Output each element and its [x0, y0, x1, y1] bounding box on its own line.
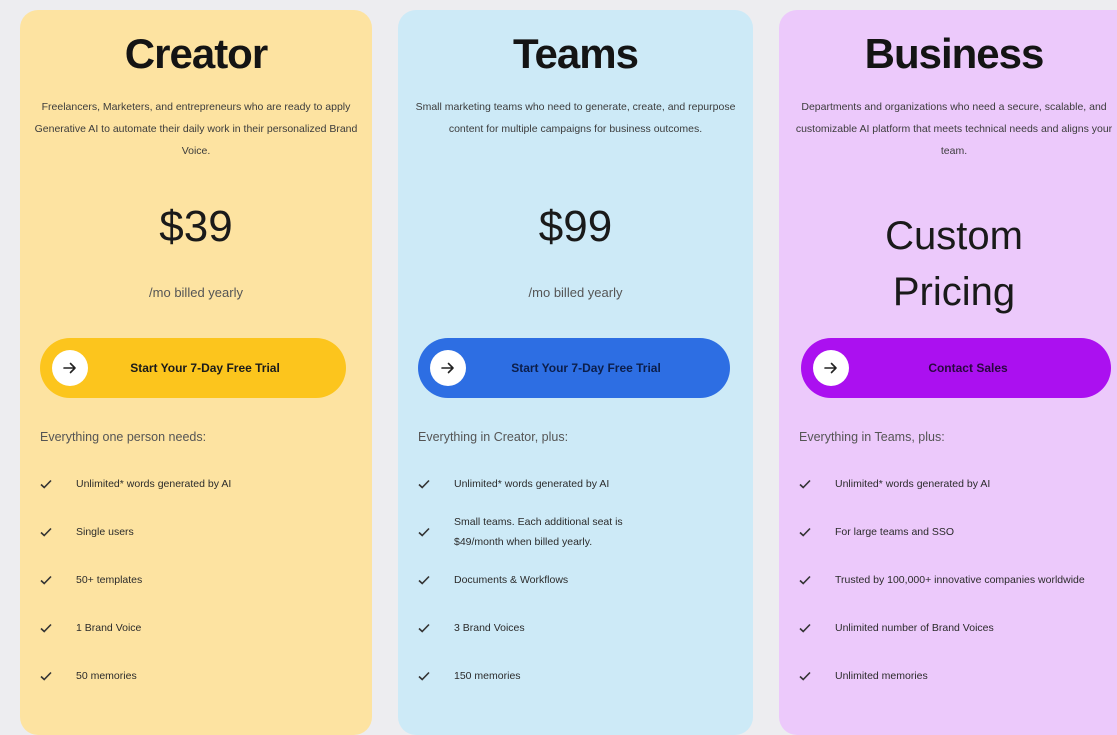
feature-list: Unlimited* words generated by AI For lar…	[799, 460, 1117, 700]
plan-name: Creator	[124, 30, 268, 77]
check-icon	[418, 623, 438, 633]
cta-label: Start Your 7-Day Free Trial	[130, 361, 280, 375]
check-icon	[40, 527, 60, 537]
feature-text: 3 Brand Voices	[454, 622, 525, 634]
feature-item: Trusted by 100,000+ innovative companies…	[799, 556, 1117, 604]
check-icon	[799, 527, 819, 537]
plan-card-creator: Creator Freelancers, Marketers, and entr…	[20, 10, 372, 735]
feature-item: Unlimited* words generated by AI	[418, 460, 743, 508]
plan-price: $99	[538, 202, 613, 251]
feature-text: 1 Brand Voice	[76, 622, 142, 634]
price-line: Custom	[885, 214, 1023, 258]
feature-text: Unlimited* words generated by AI	[835, 478, 991, 490]
feature-text: 50 memories	[76, 670, 137, 682]
feature-item: Small teams. Each additional seat is $49…	[418, 508, 743, 556]
feature-item: Unlimited number of Brand Voices	[799, 604, 1117, 652]
feature-item: 3 Brand Voices	[418, 604, 743, 652]
billing-period: /mo billed yearly	[149, 285, 243, 300]
feature-item: 150 memories	[418, 652, 743, 700]
check-icon	[418, 479, 438, 489]
feature-item: 1 Brand Voice	[40, 604, 362, 652]
arrow-right-icon	[430, 350, 466, 386]
feature-list: Unlimited* words generated by AI Small t…	[418, 460, 743, 700]
feature-text: Unlimited number of Brand Voices	[835, 622, 994, 634]
check-icon	[799, 623, 819, 633]
feature-item: Unlimited* words generated by AI	[799, 460, 1117, 508]
feature-text: 150 memories	[454, 670, 521, 682]
check-icon	[799, 671, 819, 681]
pricing-page: Creator Freelancers, Marketers, and entr…	[0, 0, 1117, 735]
plan-price: Custom Pricing	[779, 208, 1117, 320]
check-icon	[799, 575, 819, 585]
start-trial-button[interactable]: Start Your 7-Day Free Trial	[418, 338, 730, 398]
plan-name: Teams	[513, 30, 639, 77]
feature-item: 50+ templates	[40, 556, 362, 604]
check-icon	[40, 575, 60, 585]
check-icon	[40, 479, 60, 489]
feature-text: Small teams. Each additional seat is $49…	[454, 516, 623, 548]
check-icon	[418, 527, 438, 537]
check-icon	[418, 575, 438, 585]
billing-period: /mo billed yearly	[528, 285, 623, 300]
feature-text: For large teams and SSO	[835, 526, 955, 538]
feature-item: Documents & Workflows	[418, 556, 743, 604]
check-icon	[40, 623, 60, 633]
feature-item: Unlimited memories	[799, 652, 1117, 700]
plan-card-teams: Teams Small marketing teams who need to …	[398, 10, 753, 735]
feature-text: Single users	[76, 526, 134, 538]
feature-text: 50+ templates	[76, 574, 143, 586]
features-heading: Everything one person needs:	[40, 430, 207, 444]
feature-text: Unlimited memories	[835, 670, 928, 682]
feature-item: Unlimited* words generated by AI	[40, 460, 362, 508]
feature-item: Single users	[40, 508, 362, 556]
features-heading: Everything in Teams, plus:	[799, 430, 945, 444]
plan-description: Departments and organizations who need a…	[795, 101, 1113, 157]
feature-list: Unlimited* words generated by AI Single …	[40, 460, 362, 700]
feature-text: Documents & Workflows	[454, 574, 569, 586]
feature-item: For large teams and SSO	[799, 508, 1117, 556]
plan-price: $39	[159, 202, 233, 251]
plan-description: Freelancers, Marketers, and entrepreneur…	[34, 101, 358, 157]
feature-text: Trusted by 100,000+ innovative companies…	[835, 574, 1085, 586]
arrow-right-icon	[52, 350, 88, 386]
features-heading: Everything in Creator, plus:	[418, 430, 569, 444]
feature-text: Unlimited* words generated by AI	[454, 478, 610, 490]
contact-sales-button[interactable]: Contact Sales	[801, 338, 1111, 398]
arrow-right-icon	[813, 350, 849, 386]
check-icon	[799, 479, 819, 489]
plan-card-business: Business Departments and organizations w…	[779, 10, 1117, 735]
check-icon	[40, 671, 60, 681]
feature-text: Unlimited* words generated by AI	[76, 478, 232, 490]
plan-name: Business	[864, 30, 1045, 77]
check-icon	[418, 671, 438, 681]
start-trial-button[interactable]: Start Your 7-Day Free Trial	[40, 338, 346, 398]
cta-label: Contact Sales	[928, 361, 1008, 375]
cta-label: Start Your 7-Day Free Trial	[511, 361, 661, 375]
feature-item: 50 memories	[40, 652, 362, 700]
plan-description: Small marketing teams who need to genera…	[415, 101, 736, 135]
price-line: Pricing	[892, 270, 1016, 314]
